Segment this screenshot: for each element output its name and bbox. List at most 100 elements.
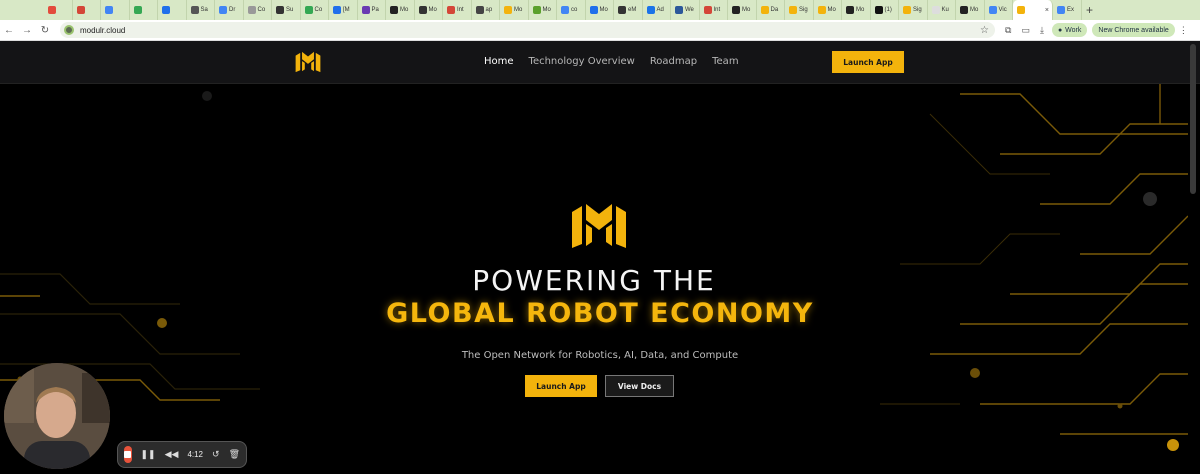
hero-section: POWERING THE GLOBAL ROBOT ECONOMY The Op… xyxy=(0,84,1188,474)
browser-tab[interactable]: Dr xyxy=(215,0,244,20)
address-bar[interactable]: modulr.cloud ☆ xyxy=(60,22,995,38)
browser-tab[interactable]: Mo xyxy=(415,0,443,20)
tab-label: Mo xyxy=(514,7,523,13)
forward-icon[interactable]: → xyxy=(18,25,36,36)
tab-favicon-icon xyxy=(276,6,284,14)
browser-tab[interactable]: Int xyxy=(700,0,728,20)
tab-favicon-icon xyxy=(675,6,683,14)
browser-tab[interactable]: Co xyxy=(301,0,329,20)
profile-button[interactable]: ● Work xyxy=(1051,23,1088,37)
browser-tab[interactable]: Int xyxy=(443,0,472,20)
tab-label: Dr xyxy=(229,7,236,13)
browser-tab[interactable]: We xyxy=(671,0,700,20)
pause-icon[interactable]: ❚❚ xyxy=(141,449,156,460)
tab-label: Sa xyxy=(200,7,208,13)
nav-technology-overview[interactable]: Technology Overview xyxy=(529,56,635,67)
browser-tab[interactable]: Ex xyxy=(1053,0,1082,20)
browser-tab[interactable]: Sig xyxy=(899,0,928,20)
hero-title-line2: GLOBAL ROBOT ECONOMY xyxy=(386,298,814,329)
recorder-controls: ❚❚ ◀◀ 4:12 ↺ 🗑 xyxy=(117,441,247,468)
browser-tab[interactable]: eM xyxy=(614,0,643,20)
browser-tab[interactable]: Mo xyxy=(814,0,842,20)
hero-title-line1: POWERING THE xyxy=(472,264,716,297)
tab-favicon-icon xyxy=(247,6,256,14)
back-icon[interactable]: ← xyxy=(0,25,18,36)
browser-tab[interactable]: Mo xyxy=(728,0,757,20)
view-docs-button[interactable]: View Docs xyxy=(605,375,674,397)
browser-tab[interactable]: Co xyxy=(244,0,272,20)
browser-tab[interactable]: Pa xyxy=(358,0,386,20)
webcam-person-image xyxy=(4,363,110,469)
browser-tab[interactable]: co xyxy=(557,0,586,20)
tab-favicon-icon xyxy=(561,6,569,14)
tab-label: Sig xyxy=(799,7,808,13)
tab-label: Mo xyxy=(400,7,409,13)
browser-tab[interactable]: Vic xyxy=(985,0,1013,20)
tab-favicon-icon xyxy=(361,6,370,14)
tab-favicon-icon xyxy=(418,6,427,14)
browser-tab[interactable]: Mo xyxy=(842,0,871,20)
browser-tab[interactable]: Ad xyxy=(643,0,671,20)
webcam-bubble[interactable] xyxy=(4,363,110,469)
site-info-icon[interactable] xyxy=(64,25,74,35)
tab-label: Co xyxy=(314,7,323,13)
site-header: Home Technology Overview Roadmap Team xyxy=(0,41,1200,84)
tab-favicon-icon xyxy=(219,6,227,14)
tab-favicon-icon xyxy=(931,6,940,14)
modulr-logo-icon[interactable] xyxy=(293,51,323,73)
page-scrollbar[interactable] xyxy=(1188,42,1198,474)
header-launch-app-button[interactable]: Launch App xyxy=(832,51,904,73)
browser-tab[interactable]: Mo xyxy=(586,0,614,20)
browser-tab[interactable]: Mo xyxy=(500,0,529,20)
download-icon[interactable]: ⤓ xyxy=(1040,25,1044,36)
update-label: New Chrome available xyxy=(1098,26,1169,34)
tab-label: Int xyxy=(713,7,721,13)
browser-tab[interactable] xyxy=(44,0,73,20)
stop-recording-button[interactable] xyxy=(124,446,132,463)
tab-favicon-icon xyxy=(817,6,826,14)
tab-label: Ku xyxy=(941,7,949,13)
browser-tab[interactable]: Ku xyxy=(928,0,956,20)
tab-favicon-icon xyxy=(76,6,85,14)
bookmark-star-icon[interactable]: ☆ xyxy=(980,25,989,36)
hero-launch-app-button[interactable]: Launch App xyxy=(525,375,597,397)
tab-favicon-icon xyxy=(646,6,655,14)
url-text[interactable]: modulr.cloud xyxy=(80,26,125,35)
tab-label: Mo xyxy=(599,7,608,13)
tab-favicon-icon xyxy=(504,6,512,14)
browser-tab[interactable]: Sa xyxy=(187,0,215,20)
stop-icon xyxy=(124,451,132,458)
browser-tab[interactable] xyxy=(158,0,187,20)
nav-home[interactable]: Home xyxy=(484,56,514,67)
recording-time: 4:12 xyxy=(187,450,204,459)
scrollbar-thumb[interactable] xyxy=(1190,44,1196,194)
new-tab-icon[interactable]: + xyxy=(1082,3,1098,17)
browser-tab[interactable]: (1) xyxy=(871,0,899,20)
browser-tab[interactable]: Da xyxy=(757,0,785,20)
browser-tab[interactable]: Sig xyxy=(785,0,814,20)
browser-toolbar: ← → ↻ modulr.cloud ☆ ⧉ ▭ ⤓ ● Work New Ch… xyxy=(0,20,1200,41)
browser-tab[interactable]: Mo xyxy=(529,0,557,20)
reload-icon[interactable]: ↻ xyxy=(36,25,54,36)
browser-tab[interactable] xyxy=(73,0,101,20)
restart-icon[interactable]: ↺ xyxy=(212,449,220,460)
browser-tab[interactable]: Mo xyxy=(386,0,415,20)
update-chrome-button[interactable]: New Chrome available xyxy=(1092,23,1175,37)
browser-menu-icon[interactable]: ⋮ xyxy=(1179,25,1188,36)
nav-roadmap[interactable]: Roadmap xyxy=(650,56,697,67)
trash-icon[interactable]: 🗑 xyxy=(229,449,240,460)
nav-team[interactable]: Team xyxy=(712,56,738,67)
browser-tab[interactable]: Su xyxy=(272,0,301,20)
browser-tab[interactable]: [M xyxy=(329,0,358,20)
rewind-icon[interactable]: ◀◀ xyxy=(165,449,179,460)
extensions-icon[interactable]: ⧉ xyxy=(1005,25,1011,36)
side-panel-icon[interactable]: ▭ xyxy=(1021,25,1030,36)
browser-tab[interactable]: Mo xyxy=(956,0,985,20)
tab-close-icon[interactable]: × xyxy=(1045,7,1049,14)
tab-label: Sig xyxy=(913,7,922,13)
browser-tab[interactable]: ap xyxy=(472,0,500,20)
browser-tab[interactable] xyxy=(130,0,158,20)
browser-tab[interactable] xyxy=(101,0,130,20)
browser-tab[interactable]: × xyxy=(1013,0,1053,20)
profile-avatar-icon: ● xyxy=(1057,26,1063,34)
